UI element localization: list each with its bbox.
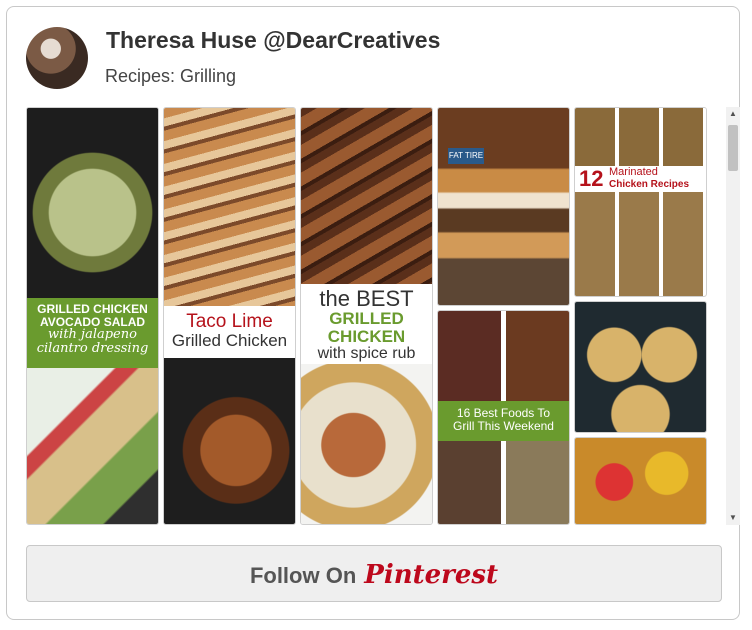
pin-caption: 16 Best Foods To Grill This Weekend	[438, 401, 569, 441]
pin-image	[164, 358, 295, 524]
follow-prefix: Follow On	[249, 563, 357, 588]
follow-label: Follow On Pinterest	[27, 560, 721, 590]
caption-line: Chicken Recipes	[609, 179, 690, 190]
pin-image	[438, 441, 569, 524]
pin-grid: GRILLED CHICKEN AVOCADO SALAD with jalap…	[25, 107, 725, 525]
caption-line: cilantro dressing	[36, 340, 149, 356]
pin-image	[27, 108, 158, 298]
pin-image	[438, 311, 569, 401]
caption-line: Grill This Weekend	[453, 418, 554, 433]
pin-image	[575, 192, 706, 296]
pin-fat-tire-burger[interactable]: FAT TIRE	[437, 107, 570, 306]
caption-line: with jalapeno	[48, 327, 137, 343]
caption-line: the BEST	[319, 286, 414, 311]
pin-steak-tostadas[interactable]	[574, 301, 707, 433]
pin-avocado-salad[interactable]: GRILLED CHICKEN AVOCADO SALAD with jalap…	[26, 107, 159, 525]
pin-caption: GRILLED CHICKEN AVOCADO SALAD with jalap…	[27, 298, 158, 368]
scroll-down-arrow-icon[interactable]: ▼	[726, 511, 740, 525]
pin-best-grilled-chicken[interactable]: the BEST GRILLED CHICKEN with spice rub	[300, 107, 433, 525]
pin-image	[27, 368, 158, 524]
pin-image	[301, 108, 432, 284]
pin-marinated-chicken[interactable]: 12 Marinated Chicken Recipes	[574, 107, 707, 297]
pin-image	[575, 108, 706, 166]
pin-image	[575, 302, 706, 432]
caption-line: Grilled Chicken	[171, 330, 288, 350]
pin-caption: Taco Lime Grilled Chicken	[164, 306, 295, 358]
scroll-up-arrow-icon[interactable]: ▲	[726, 107, 740, 121]
scroll-thumb[interactable]	[728, 125, 738, 171]
pin-caption: the BEST GRILLED CHICKEN with spice rub	[301, 284, 432, 364]
caption-line: Marinated	[609, 166, 658, 178]
pin-caption: 12 Marinated Chicken Recipes	[575, 166, 706, 192]
caption-line: Taco Lime	[186, 311, 273, 332]
caption-number: 12	[579, 166, 604, 191]
pin-image	[575, 438, 706, 524]
caption-line: GRILLED CHICKEN	[37, 302, 148, 316]
vertical-scrollbar[interactable]: ▲ ▼	[726, 107, 740, 525]
pin-image	[438, 108, 569, 305]
caption-line: with spice rub	[317, 344, 416, 362]
pin-taco-lime-chicken[interactable]: Taco Lime Grilled Chicken	[163, 107, 296, 525]
caption-line: GRILLED CHICKEN	[327, 309, 406, 346]
pin-image	[301, 364, 432, 524]
pin-16-best-foods[interactable]: 16 Best Foods To Grill This Weekend	[437, 310, 570, 525]
caption-line: 16 Best Foods To	[456, 406, 551, 420]
pinterest-logo: Pinterest	[364, 560, 499, 590]
profile-avatar[interactable]	[26, 27, 88, 89]
pinterest-board-widget: Theresa Huse @DearCreatives Recipes: Gri…	[6, 6, 740, 620]
profile-name[interactable]: Theresa Huse @DearCreatives	[106, 27, 440, 54]
bottle-label: FAT TIRE	[448, 148, 484, 164]
pin-image	[164, 108, 295, 306]
pin-grilled-veggies[interactable]	[574, 437, 707, 525]
follow-on-pinterest-button[interactable]: Follow On Pinterest	[26, 545, 722, 602]
board-name[interactable]: Recipes: Grilling	[105, 66, 236, 87]
